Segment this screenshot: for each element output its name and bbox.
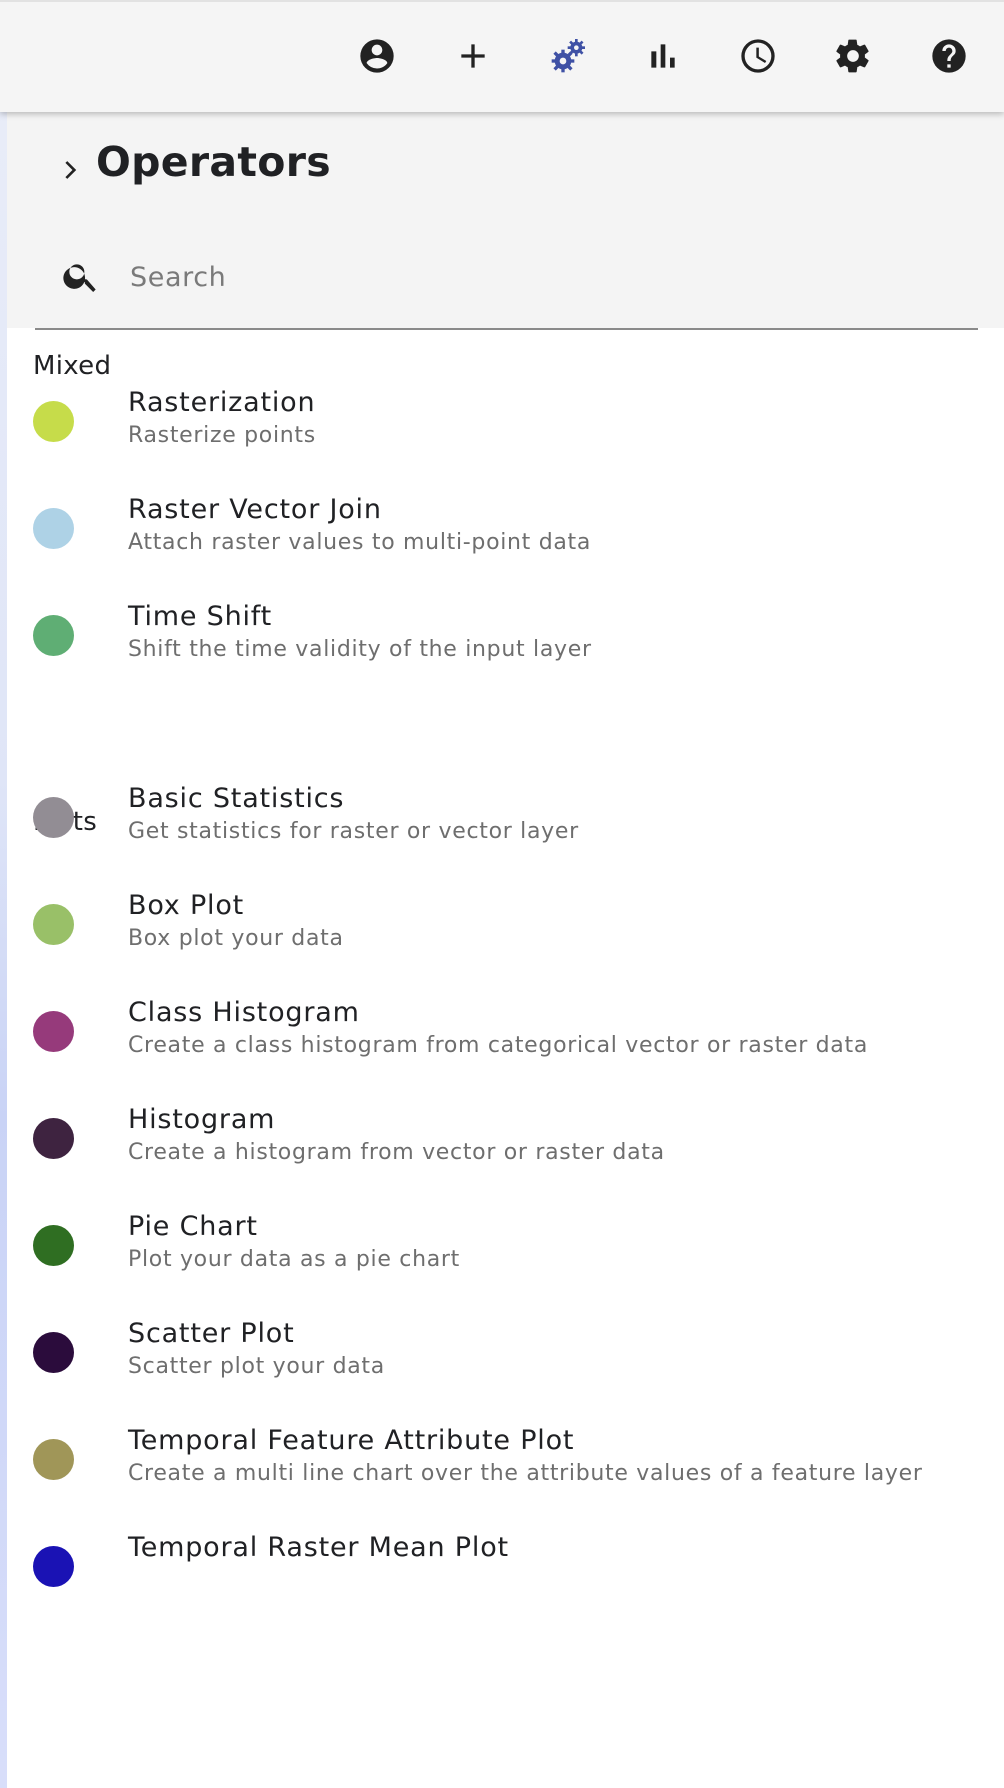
- clock-icon: [741, 39, 775, 73]
- operator-name: Scatter Plot: [128, 1318, 295, 1349]
- add-icon: [461, 44, 485, 68]
- operator-color-dot: [33, 615, 74, 656]
- settings-button[interactable]: [831, 34, 875, 78]
- operator-description: Get statistics for raster or vector laye…: [128, 819, 579, 844]
- operator-name: Box Plot: [128, 890, 245, 921]
- top-toolbar: [0, 0, 1004, 112]
- operator-item[interactable]: Scatter Plot Scatter plot your data: [7, 1318, 1004, 1432]
- operators-gears-icon: [551, 39, 585, 73]
- operator-color-dot: [33, 508, 74, 549]
- operator-item[interactable]: Time Shift Shift the time validity of the…: [7, 601, 1004, 715]
- time-button[interactable]: [736, 34, 780, 78]
- operator-description: Create a class histogram from categorica…: [128, 1033, 869, 1058]
- operator-color-dot: [33, 797, 74, 838]
- operator-description: Create a histogram from vector or raster…: [128, 1140, 665, 1165]
- panel-title: Operators: [96, 138, 331, 186]
- search-field[interactable]: [35, 238, 978, 330]
- operator-color-dot: [33, 1546, 74, 1587]
- operator-description: Shift the time validity of the input lay…: [128, 637, 592, 662]
- operator-item[interactable]: Histogram Create a histogram from vector …: [7, 1104, 1004, 1218]
- operator-item[interactable]: Class Histogram Create a class histogram …: [7, 997, 1004, 1111]
- operator-item[interactable]: Pie Chart Plot your data as a pie chart: [7, 1211, 1004, 1325]
- operator-color-dot: [33, 1332, 74, 1373]
- chevron-right-icon[interactable]: [53, 154, 85, 186]
- operator-name: Temporal Feature Attribute Plot: [128, 1425, 575, 1456]
- operator-name: Class Histogram: [128, 997, 360, 1028]
- operator-color-dot: [33, 1439, 74, 1480]
- operator-item[interactable]: Raster Vector Join Attach raster values t…: [7, 494, 1004, 608]
- plots-button[interactable]: [641, 34, 685, 78]
- operator-item[interactable]: Temporal Raster Mean Plot: [7, 1532, 1004, 1646]
- help-button[interactable]: [927, 34, 971, 78]
- help-icon: [932, 39, 966, 73]
- settings-icon: [836, 39, 869, 73]
- add-data-button[interactable]: [451, 34, 495, 78]
- section-title-0: Mixed: [33, 351, 112, 381]
- operator-item[interactable]: Basic Statistics Get statistics for raste…: [7, 783, 1004, 897]
- operator-item[interactable]: Box Plot Box plot your data: [7, 890, 1004, 1004]
- operator-color-dot: [33, 904, 74, 945]
- operator-color-dot: [33, 1225, 74, 1266]
- operator-name: Pie Chart: [128, 1211, 258, 1242]
- operator-name: Temporal Raster Mean Plot: [128, 1532, 509, 1563]
- operators-panel: Operators Mixed Rasterization Rasterize po…: [7, 110, 1004, 1788]
- operator-description: Box plot your data: [128, 926, 344, 951]
- operator-name: Basic Statistics: [128, 783, 345, 814]
- search-icon: [63, 264, 96, 292]
- operator-name: Rasterization: [128, 387, 316, 418]
- operator-color-dot: [33, 1118, 74, 1159]
- operator-description: Plot your data as a pie chart: [128, 1247, 460, 1272]
- operators-button[interactable]: [546, 34, 590, 78]
- bar-chart-icon: [651, 44, 675, 68]
- operator-name: Time Shift: [128, 601, 273, 632]
- panel-header: Operators: [7, 110, 1004, 330]
- operator-color-dot: [33, 1011, 74, 1052]
- operator-description: Scatter plot your data: [128, 1354, 385, 1379]
- search-input[interactable]: [128, 248, 952, 306]
- operator-description: Attach raster values to multi-point data: [128, 530, 592, 555]
- operator-item[interactable]: Temporal Feature Attribute Plot Create a …: [7, 1425, 1004, 1539]
- operator-name: Histogram: [128, 1104, 276, 1135]
- operator-description: Create a multi line chart over the attri…: [128, 1461, 923, 1486]
- operator-color-dot: [33, 401, 74, 442]
- account-button[interactable]: [355, 34, 399, 78]
- account-circle-icon: [360, 39, 394, 73]
- operator-name: Raster Vector Join: [128, 494, 382, 525]
- operator-item[interactable]: Rasterization Rasterize points: [7, 387, 1004, 501]
- operator-description: Rasterize points: [128, 423, 316, 448]
